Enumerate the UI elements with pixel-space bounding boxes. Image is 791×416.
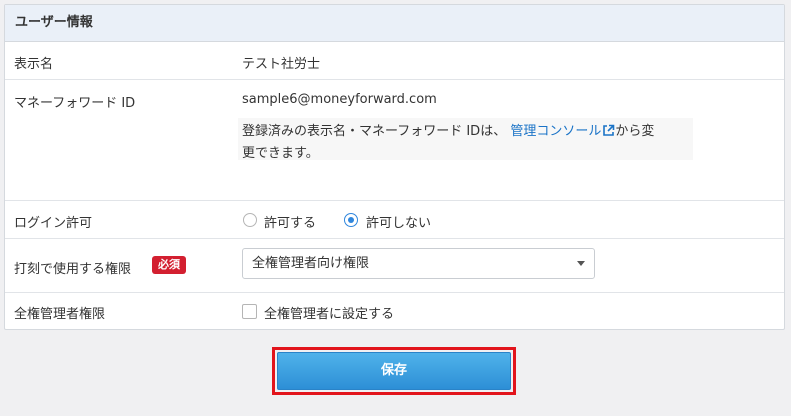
external-link-icon <box>602 124 615 144</box>
chevron-down-icon <box>577 261 585 266</box>
admin-checkbox[interactable] <box>242 304 257 319</box>
user-info-panel: ユーザー情報 表示名 テスト社労士 マネーフォワード ID sample6@mo… <box>4 4 785 330</box>
mf-id-note: 登録済みの表示名・マネーフォワード IDは、 管理コンソール から変 更できます。 <box>238 118 693 161</box>
login-row: ログイン許可 許可する 許可しない <box>5 201 784 239</box>
admin-console-link-text: 管理コンソール <box>510 124 602 139</box>
radio-allow-label[interactable]: 許可する <box>264 212 316 231</box>
mf-id-value: sample6@moneyforward.com <box>242 92 437 107</box>
permission-select-value: 全権管理者向け権限 <box>252 256 370 271</box>
display-name-row: 表示名 テスト社労士 <box>5 42 784 80</box>
display-name-value: テスト社労士 <box>242 57 321 72</box>
login-label: ログイン許可 <box>14 216 93 231</box>
note-text-after: から変 <box>615 124 655 139</box>
admin-label: 全権管理者権限 <box>14 307 106 322</box>
mf-id-label: マネーフォワード ID <box>14 96 136 111</box>
note-text-line2: 更できます。 <box>242 146 319 161</box>
permission-select[interactable]: 全権管理者向け権限 <box>242 248 595 279</box>
display-name-label: 表示名 <box>14 57 54 72</box>
section-title: ユーザー情報 <box>5 5 784 42</box>
admin-checkbox-label[interactable]: 全権管理者に設定する <box>264 303 394 322</box>
admin-console-link[interactable]: 管理コンソール <box>510 124 615 139</box>
admin-row: 全権管理者権限 全権管理者に設定する <box>5 293 784 329</box>
note-text-before: 登録済みの表示名・マネーフォワード IDは、 <box>242 124 507 139</box>
save-button[interactable]: 保存 <box>277 352 511 390</box>
radio-deny[interactable] <box>344 213 358 227</box>
required-badge: 必須 <box>152 256 186 274</box>
radio-allow[interactable] <box>243 213 257 227</box>
stamp-permission-row: 打刻で使用する権限 必須 全権管理者向け権限 <box>5 239 784 293</box>
save-button-highlight: 保存 <box>272 347 516 395</box>
radio-deny-label[interactable]: 許可しない <box>366 212 431 231</box>
stamp-permission-label: 打刻で使用する権限 <box>14 262 132 277</box>
mf-id-row: マネーフォワード ID sample6@moneyforward.com 登録済… <box>5 80 784 201</box>
